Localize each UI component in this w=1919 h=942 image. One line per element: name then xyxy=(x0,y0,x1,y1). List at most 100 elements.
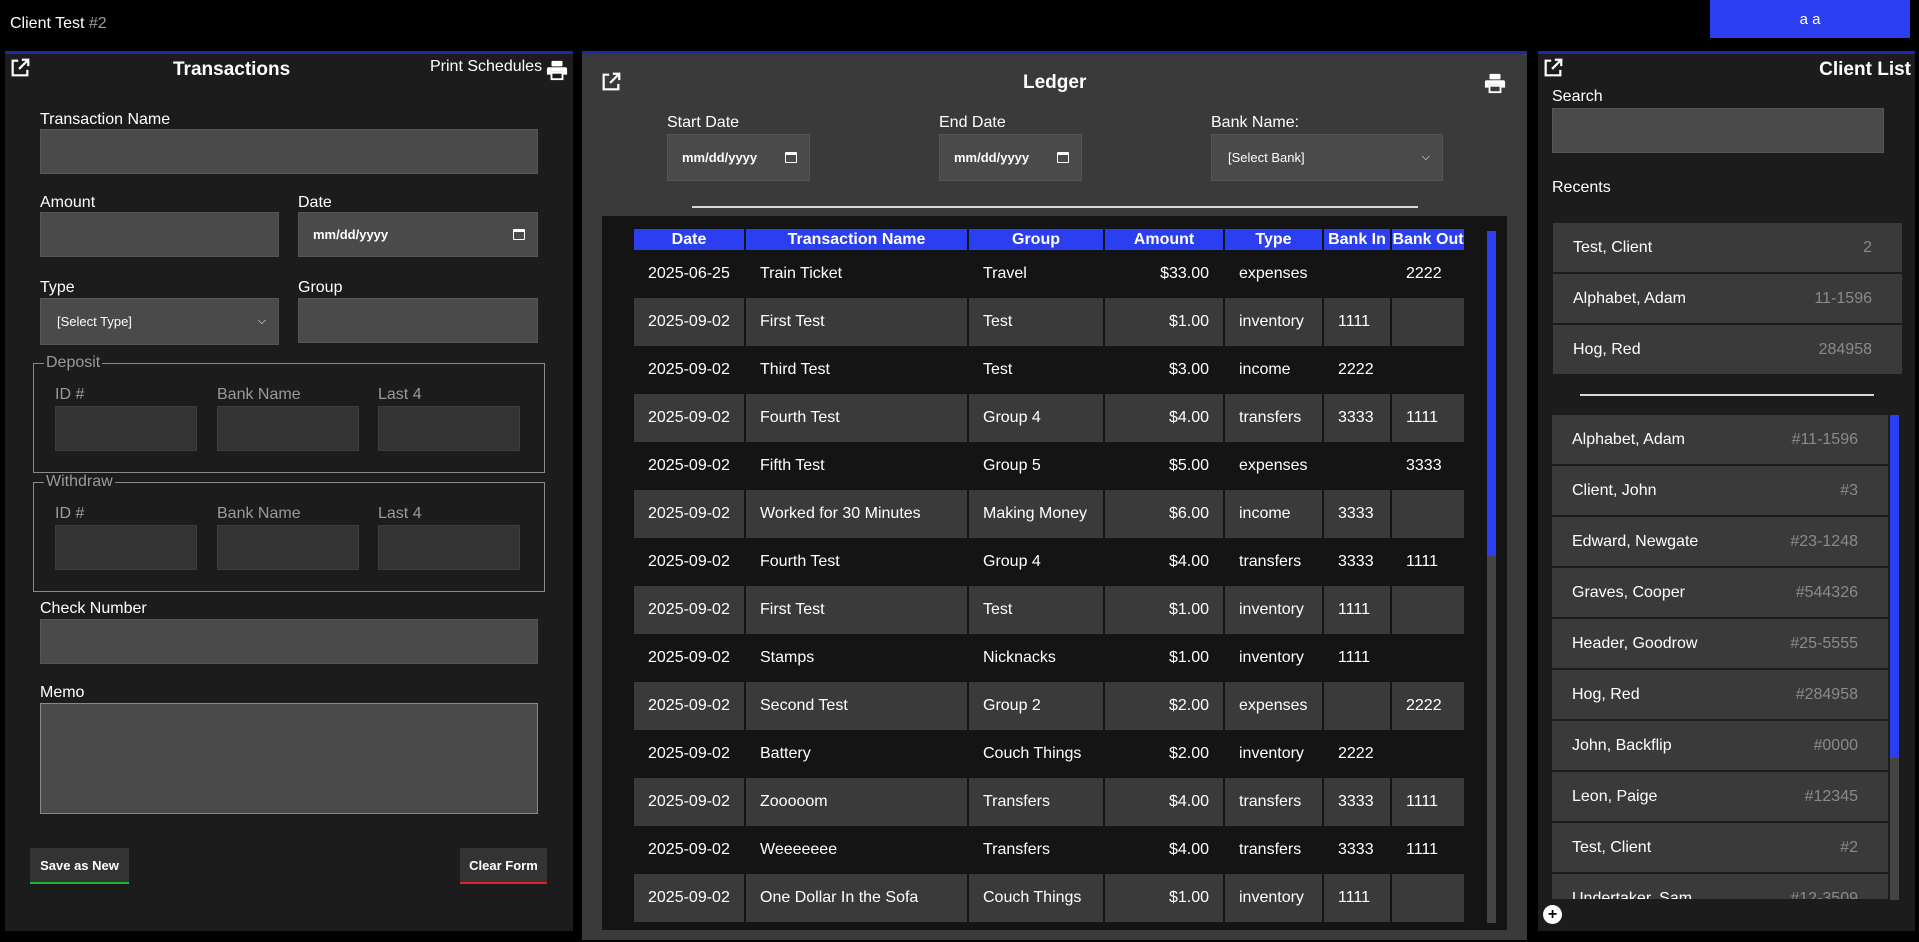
cell-bank-in: 3333 xyxy=(1338,553,1374,570)
client-name: John, Backflip xyxy=(1572,736,1672,754)
column-header-date[interactable]: Date xyxy=(634,229,744,250)
client-name: Header, Goodrow xyxy=(1572,634,1698,652)
external-link-icon[interactable] xyxy=(600,71,622,93)
ledger-scrollbar[interactable] xyxy=(1487,231,1496,923)
client-list-item[interactable]: Edward, Newgate #23-1248 xyxy=(1552,517,1888,566)
scrollbar-thumb[interactable] xyxy=(1487,231,1496,556)
table-row[interactable]: 2025-09-02 Second Test Group 2 $2.00 expense… xyxy=(634,682,1464,730)
save-as-new-button[interactable]: Save as New xyxy=(30,848,129,884)
check-number-input[interactable] xyxy=(40,619,538,664)
cell-type: expenses xyxy=(1225,682,1322,730)
cell-bank-out: 1111 xyxy=(1392,394,1464,442)
cell-date: 2025-09-02 xyxy=(634,490,744,538)
client-id: 11-1596 xyxy=(1814,289,1872,307)
cell-bank-out xyxy=(1392,298,1464,346)
table-row[interactable]: 2025-09-02 One Dollar In the Sofa Couch Th… xyxy=(634,874,1464,922)
table-row[interactable]: 2025-09-02 Stamps Nicknacks $1.00 inventory 1… xyxy=(634,634,1464,682)
withdraw-id-input[interactable] xyxy=(55,525,197,570)
client-list-item[interactable]: Graves, Cooper #544326 xyxy=(1552,568,1888,617)
external-link-icon[interactable] xyxy=(9,57,31,79)
deposit-last4-input[interactable] xyxy=(378,406,520,451)
client-name: Client, John xyxy=(1572,481,1657,499)
table-row[interactable]: 2025-09-02 First Test Test $1.00 inventory 11… xyxy=(634,298,1464,346)
add-client-icon[interactable]: + xyxy=(1543,905,1562,924)
client-list-scrollbar[interactable] xyxy=(1890,415,1899,900)
memo-label: Memo xyxy=(40,684,85,701)
calendar-icon[interactable] xyxy=(785,152,797,163)
start-date-input[interactable]: mm/dd/yyyy xyxy=(667,134,810,181)
table-row[interactable]: 2025-09-02 Third Test Test $3.00 income 2222 xyxy=(634,346,1464,394)
table-header-row: Date Transaction Name Group Amount Type … xyxy=(634,229,1464,250)
clear-form-button[interactable]: Clear Form xyxy=(460,848,547,884)
column-header-type[interactable]: Type xyxy=(1225,229,1322,250)
group-input[interactable] xyxy=(298,298,538,343)
table-row[interactable]: 2025-09-02 Worked for 30 Minutes Making Mo… xyxy=(634,490,1464,538)
user-menu-button[interactable]: a a xyxy=(1710,0,1910,38)
cell-bank-in: 1111 xyxy=(1324,874,1390,922)
cell-transaction-name: Stamps xyxy=(760,649,815,666)
cell-amount: $3.00 xyxy=(1168,361,1209,378)
client-list-item[interactable]: Undertaker, Sam #12-3509 xyxy=(1552,874,1888,899)
deposit-bank-input[interactable] xyxy=(217,406,359,451)
client-list-item[interactable]: Alphabet, Adam #11-1596 xyxy=(1552,415,1888,464)
date-input[interactable]: mm/dd/yyyy xyxy=(298,212,538,257)
client-list-item[interactable]: John, Backflip #0000 xyxy=(1552,721,1888,770)
calendar-icon[interactable] xyxy=(513,229,525,240)
deposit-id-input[interactable] xyxy=(55,406,197,451)
client-id: 2 xyxy=(1863,238,1872,256)
scrollbar-thumb[interactable] xyxy=(1890,415,1899,758)
cell-group: Nicknacks xyxy=(983,649,1056,666)
cell-group: Group 4 xyxy=(969,394,1103,442)
bank-select[interactable]: [Select Bank] ⌵ xyxy=(1211,134,1443,181)
type-select[interactable]: [Select Type] ⌵ xyxy=(40,298,279,345)
withdraw-last4-input[interactable] xyxy=(378,525,520,570)
client-name: Alphabet, Adam xyxy=(1573,289,1686,307)
column-header-group[interactable]: Group xyxy=(969,229,1103,250)
client-list-item[interactable]: Header, Goodrow #25-5555 xyxy=(1552,619,1888,668)
table-row[interactable]: 2025-09-02 Fourth Test Group 4 $4.00 transfe… xyxy=(634,538,1464,586)
column-header-bank-out[interactable]: Bank Out xyxy=(1392,229,1464,250)
cell-group: Making Money xyxy=(969,490,1103,538)
recent-client-item[interactable]: Alphabet, Adam 11-1596 xyxy=(1553,274,1902,323)
print-icon[interactable] xyxy=(546,59,568,81)
calendar-icon[interactable] xyxy=(1057,152,1069,163)
table-row[interactable]: 2025-09-02 Weeeeeee Transfers $4.00 transfer… xyxy=(634,826,1464,874)
withdraw-id-label: ID # xyxy=(55,505,85,522)
table-row[interactable]: 2025-09-02 Fourth Test Group 4 $4.00 transfe… xyxy=(634,394,1464,442)
cell-group: Transfers xyxy=(969,778,1103,826)
client-list-item[interactable]: Test, Client #2 xyxy=(1552,823,1888,872)
cell-type: transfers xyxy=(1225,394,1322,442)
end-date-input[interactable]: mm/dd/yyyy xyxy=(939,134,1082,181)
recent-client-item[interactable]: Hog, Red 284958 xyxy=(1553,325,1902,374)
table-row[interactable]: 2025-09-02 First Test Test $1.00 inventory 11… xyxy=(634,586,1464,634)
table-row[interactable]: 2025-09-02 Fifth Test Group 5 $5.00 expenses… xyxy=(634,442,1464,490)
column-header-amount[interactable]: Amount xyxy=(1105,229,1223,250)
cell-date: 2025-09-02 xyxy=(634,394,744,442)
column-header-transaction-name[interactable]: Transaction Name xyxy=(746,229,967,250)
cell-group: Group 5 xyxy=(983,457,1041,474)
client-name: Client Test xyxy=(10,15,85,32)
transaction-name-input[interactable] xyxy=(40,129,538,174)
client-list-item[interactable]: Client, John #3 xyxy=(1552,466,1888,515)
chevron-down-icon: ⌵ xyxy=(1421,151,1430,163)
cell-transaction-name: First Test xyxy=(746,298,967,346)
recent-client-item[interactable]: Test, Client 2 xyxy=(1553,223,1902,272)
client-list-item[interactable]: Leon, Paige #12345 xyxy=(1552,772,1888,821)
deposit-last4-label: Last 4 xyxy=(378,386,422,403)
client-search-input[interactable] xyxy=(1552,108,1884,153)
memo-textarea[interactable] xyxy=(40,703,538,814)
amount-input[interactable] xyxy=(40,212,279,257)
print-schedules-link[interactable]: Print Schedules xyxy=(430,58,542,76)
external-link-icon[interactable] xyxy=(1542,57,1564,79)
cell-transaction-name: Third Test xyxy=(760,361,830,378)
cell-amount: $1.00 xyxy=(1105,874,1223,922)
withdraw-bank-input[interactable] xyxy=(217,525,359,570)
client-list-item[interactable]: Hog, Red #284958 xyxy=(1552,670,1888,719)
table-row[interactable]: 2025-06-25 Train Ticket Travel $33.00 expens… xyxy=(634,250,1464,298)
cell-date: 2025-09-02 xyxy=(634,298,744,346)
column-header-bank-in[interactable]: Bank In xyxy=(1324,229,1390,250)
print-icon[interactable] xyxy=(1484,72,1506,94)
table-row[interactable]: 2025-09-02 Zooooom Transfers $4.00 transfers… xyxy=(634,778,1464,826)
table-row[interactable]: 2025-09-02 Battery Couch Things $2.00 invent… xyxy=(634,730,1464,778)
start-date-label: Start Date xyxy=(667,114,740,131)
